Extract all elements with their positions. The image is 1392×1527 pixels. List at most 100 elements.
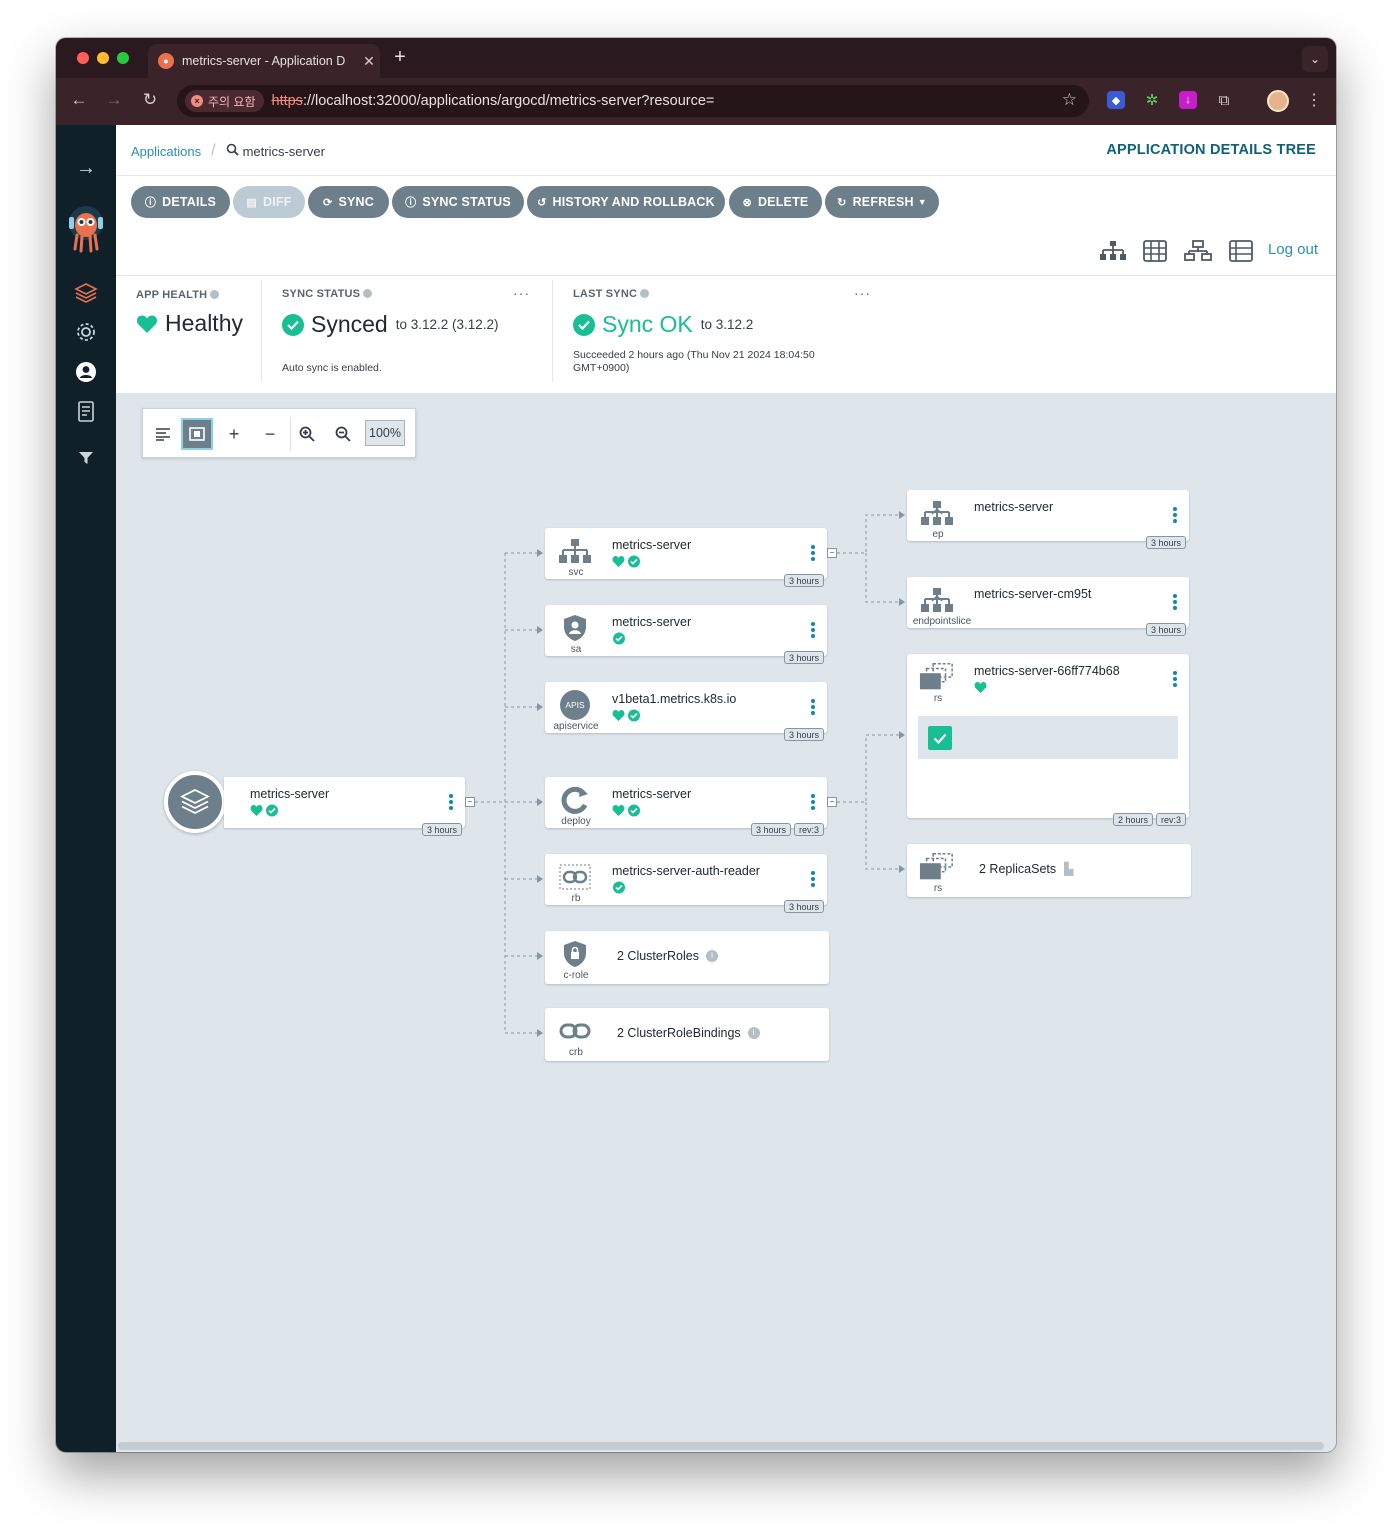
service-node[interactable]: svc metrics-server 3 hours	[545, 528, 827, 587]
sync-status-button[interactable]: ⓘ SYNC STATUS	[392, 186, 524, 218]
pod-healthy-icon[interactable]	[928, 726, 952, 750]
reload-icon[interactable]: ↻	[139, 90, 161, 110]
browser-tab[interactable]: ● metrics-server - Application D ✕	[148, 44, 380, 78]
list-view-icon[interactable]	[1226, 238, 1256, 264]
minimize-window-button[interactable]	[97, 52, 109, 64]
heart-icon	[136, 314, 158, 334]
extensions-puzzle-icon[interactable]: ⧉	[1215, 91, 1233, 109]
collapse-toggle[interactable]: −	[827, 797, 837, 807]
breadcrumb-search-icon[interactable]	[226, 143, 239, 159]
logout-link[interactable]: Log out	[1268, 241, 1318, 258]
node-menu-icon[interactable]	[1173, 506, 1179, 525]
delete-button[interactable]: ⊗ DELETE	[729, 186, 822, 218]
clusterroles-group-node[interactable]: c-role 2 ClusterRoles i	[545, 931, 829, 984]
horizontal-scrollbar[interactable]	[118, 1442, 1324, 1450]
extension-download-icon[interactable]: ↓	[1179, 91, 1197, 109]
back-arrow-icon[interactable]: ←	[68, 90, 90, 110]
replicaset-node[interactable]: rs metrics-server-66ff774b68 2 hours rev…	[907, 654, 1189, 826]
check-circle-icon	[282, 313, 304, 336]
status-divider	[116, 275, 1336, 276]
breadcrumb-current[interactable]: metrics-server	[243, 144, 325, 159]
node-menu-icon[interactable]	[811, 544, 817, 563]
filter-icon[interactable]	[73, 445, 99, 471]
breadcrumb-applications-link[interactable]: Applications	[131, 144, 201, 159]
serviceaccount-node[interactable]: sa metrics-server 3 hours	[545, 605, 827, 664]
clusterrolebindings-group-node[interactable]: crb 2 ClusterRoleBindings i	[545, 1008, 829, 1061]
pods-grid-view-icon[interactable]	[1140, 238, 1170, 264]
browser-window: ● metrics-server - Application D ✕ + ⌄ ←…	[56, 38, 1336, 1452]
rolebinding-node[interactable]: rb metrics-server-auth-reader 3 hours	[545, 854, 827, 913]
app-health-status: Healthy	[136, 310, 243, 337]
close-window-button[interactable]	[77, 52, 89, 64]
sync-button[interactable]: ⟳ SYNC	[308, 186, 389, 218]
breadcrumb: Applications / metrics-server	[131, 142, 325, 160]
serviceaccount-icon	[557, 614, 593, 642]
replicaset-icon	[919, 852, 955, 881]
sync-status-label-text: SYNC STATUS	[282, 288, 361, 300]
tab-title: metrics-server - Application D	[182, 54, 346, 68]
collapse-toggle[interactable]: −	[827, 548, 837, 558]
endpointslice-node[interactable]: endpointslice metrics-server-cm95t 3 hou…	[907, 577, 1189, 636]
node-menu-icon[interactable]	[811, 621, 817, 640]
replicasets-group-node[interactable]: rs 2 ReplicaSets ▙	[907, 844, 1191, 897]
collapse-toggle[interactable]: −	[465, 797, 475, 807]
profile-avatar[interactable]	[1267, 90, 1289, 112]
network-view-icon[interactable]	[1183, 238, 1213, 264]
security-warning-chip[interactable]: × 주의 요함	[185, 90, 264, 112]
kind-label: svc	[568, 567, 584, 578]
user-info-icon[interactable]	[73, 359, 99, 385]
details-button[interactable]: ⓘ DETAILS	[131, 186, 230, 218]
history-rollback-button[interactable]: ↺ HISTORY AND ROLLBACK	[527, 186, 725, 218]
node-menu-icon[interactable]	[811, 870, 817, 889]
diff-button[interactable]: ▤ DIFF	[233, 186, 305, 218]
resource-tree-graph[interactable]: + − 100% metrics-server 3 hours − svc me…	[116, 393, 1336, 1452]
address-bar[interactable]: × 주의 요함 https://localhost:32000/applicat…	[177, 85, 1089, 117]
application-root-icon[interactable]	[164, 771, 226, 833]
info-icon[interactable]: i	[705, 950, 718, 962]
check-circle-icon	[573, 313, 595, 336]
apiservice-icon: APIS	[557, 690, 593, 720]
bookmark-star-icon[interactable]: ☆	[1062, 90, 1077, 110]
tab-search-button[interactable]: ⌄	[1302, 46, 1328, 72]
refresh-button[interactable]: ↻ REFRESH ▼	[825, 186, 939, 218]
node-menu-icon[interactable]	[811, 698, 817, 717]
scale-chart-icon[interactable]: ▙	[1064, 862, 1073, 876]
tab-close-icon[interactable]: ✕	[358, 53, 380, 70]
help-icon[interactable]	[363, 289, 373, 298]
group-count-label: 2 ClusterRoles	[617, 949, 699, 963]
deployment-node[interactable]: deploy metrics-server 3 hours rev:3	[545, 777, 827, 836]
node-menu-icon[interactable]	[811, 793, 817, 812]
browser-toolbar: ← → ↻ × 주의 요함 https://localhost:32000/ap…	[56, 78, 1336, 125]
pods-panel	[918, 716, 1178, 759]
age-tag: 3 hours	[783, 651, 824, 664]
new-tab-button[interactable]: +	[390, 46, 410, 69]
last-sync-label-text: LAST SYNC	[573, 288, 638, 300]
extension-shield-icon[interactable]: ◆	[1107, 91, 1125, 109]
endpoints-node[interactable]: ep metrics-server 3 hours	[907, 490, 1189, 549]
application-node[interactable]: metrics-server 3 hours	[224, 777, 465, 836]
synced-icon	[613, 632, 625, 645]
applications-layers-icon[interactable]	[73, 280, 99, 306]
forward-arrow-icon[interactable]: →	[103, 90, 125, 110]
sync-status-more-icon[interactable]: ···	[513, 285, 530, 301]
node-menu-icon[interactable]	[1173, 593, 1179, 612]
expand-sidebar-icon[interactable]: →	[73, 155, 99, 181]
browser-menu-icon[interactable]: ⋮	[1306, 90, 1322, 110]
node-menu-icon[interactable]	[1173, 670, 1179, 689]
settings-gear-icon[interactable]	[73, 319, 99, 345]
node-menu-icon[interactable]	[449, 793, 455, 812]
extension-gear-icon[interactable]: ✲	[1143, 91, 1161, 109]
help-icon[interactable]	[210, 290, 220, 299]
apiservice-node[interactable]: APIS apiservice v1beta1.metrics.k8s.io 3…	[545, 682, 827, 741]
last-sync-detail: Succeeded 2 hours ago (Thu Nov 21 2024 1…	[573, 349, 815, 375]
info-icon[interactable]: i	[747, 1027, 760, 1039]
maximize-window-button[interactable]	[117, 52, 129, 64]
docs-book-icon[interactable]	[73, 399, 99, 425]
help-icon[interactable]	[640, 289, 650, 298]
last-sync-more-icon[interactable]: ···	[854, 285, 871, 301]
tree-view-icon[interactable]	[1098, 238, 1128, 264]
url-text: https://localhost:32000/applications/arg…	[272, 93, 715, 109]
kind-label: c-role	[563, 970, 589, 981]
kind-label: rs	[933, 693, 943, 704]
sync-status-value: Synced	[311, 311, 388, 337]
